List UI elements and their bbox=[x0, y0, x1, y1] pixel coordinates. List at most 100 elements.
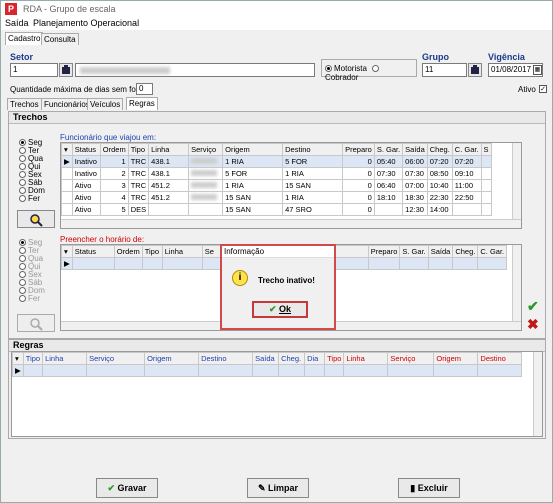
days-radio-group-disabled: Seg Ter Qua Qui Sex Sáb Dom Fer bbox=[19, 239, 45, 303]
ok-check-icon: ✔ bbox=[268, 304, 277, 314]
regras-col-origem2[interactable]: Origem bbox=[433, 352, 479, 365]
menu-saida[interactable]: Saída bbox=[5, 18, 29, 28]
excluir-button[interactable]: ▮ Excluir bbox=[398, 478, 460, 498]
tab-regras[interactable]: Regras bbox=[126, 97, 158, 110]
grid2-vscrollbar[interactable] bbox=[512, 245, 521, 322]
col2-cgar[interactable]: C. Gar. bbox=[477, 245, 508, 258]
col2-status[interactable]: Status bbox=[71, 245, 115, 258]
regras-col-origem[interactable]: Origem bbox=[144, 352, 200, 365]
menu-planejamento[interactable]: Planejamento Operacional bbox=[33, 18, 139, 28]
col-s[interactable]: S bbox=[480, 143, 492, 156]
gravar-button[interactable]: ✔ Gravar bbox=[96, 478, 158, 498]
col-status[interactable]: Status bbox=[71, 143, 101, 156]
col-sgar[interactable]: S. Gar. bbox=[373, 143, 404, 156]
table-row[interactable]: ▶ bbox=[12, 364, 523, 377]
regras-col-tipo2[interactable]: Tipo bbox=[324, 352, 345, 365]
info-dialog: Informação i Trecho inativo! ✔ Ok bbox=[220, 244, 336, 330]
info-icon: i bbox=[232, 270, 248, 286]
col-preparo[interactable]: Preparo bbox=[342, 143, 375, 156]
cancel-x-icon[interactable]: ✖ bbox=[527, 316, 539, 333]
col-destino[interactable]: Destino bbox=[282, 143, 344, 156]
gravar-label: Gravar bbox=[117, 483, 147, 493]
search-trechos-button[interactable] bbox=[17, 210, 55, 228]
grupo-label: Grupo bbox=[422, 52, 449, 62]
calendar-icon[interactable]: ▦ bbox=[533, 65, 542, 75]
grupo-input[interactable]: 11 bbox=[422, 63, 467, 77]
limpar-label: Limpar bbox=[268, 483, 299, 493]
limpar-button[interactable]: ✎ Limpar bbox=[247, 478, 309, 498]
regras-col-destino2[interactable]: Destino bbox=[477, 352, 523, 365]
check-icon: ✔ bbox=[107, 483, 115, 493]
trechos-title: Trechos bbox=[9, 112, 545, 124]
app-logo-icon: P bbox=[5, 3, 17, 15]
col-cgar[interactable]: C. Gar. bbox=[451, 143, 482, 156]
ativo-label: Ativo bbox=[518, 85, 536, 94]
search-trechos-disabled-button bbox=[17, 314, 55, 332]
tab-funcionarios[interactable]: Funcionários bbox=[41, 98, 93, 110]
grid1-hscrollbar[interactable] bbox=[61, 219, 521, 228]
app-window: P RDA - Grupo de escala Saída Planejamen… bbox=[0, 0, 553, 503]
regras-col-linha[interactable]: Linha bbox=[42, 352, 88, 365]
col2-linha[interactable]: Linha bbox=[161, 245, 203, 258]
setor-input[interactable]: 1 bbox=[10, 63, 58, 77]
grid1-vscrollbar[interactable] bbox=[512, 143, 521, 220]
trechos-grid: ▾ Status Ordem Tipo Linha Serviço Origem… bbox=[60, 142, 522, 229]
regras-col-servico[interactable]: Serviço bbox=[86, 352, 146, 365]
dialog-ok-button[interactable]: ✔ Ok bbox=[252, 301, 308, 318]
radio-cobrador[interactable] bbox=[372, 65, 380, 73]
col2-tipo[interactable]: Tipo bbox=[141, 245, 163, 258]
col-servico[interactable]: Serviço bbox=[188, 143, 224, 156]
col2-ordem[interactable]: Ordem bbox=[113, 245, 143, 258]
grid2-title: Preencher o horário de: bbox=[60, 235, 145, 244]
grupo-search-icon[interactable] bbox=[468, 63, 482, 77]
col2-preparo[interactable]: Preparo bbox=[367, 245, 401, 258]
redacted-text bbox=[80, 67, 170, 74]
ativo-checkbox[interactable]: ✓ bbox=[539, 84, 547, 93]
days-radio-group: Seg Ter Qua Qui Sex Sáb Dom Fer bbox=[19, 139, 45, 203]
day-fer[interactable]: Fer bbox=[19, 195, 45, 203]
regras-col-saida[interactable]: Saída bbox=[252, 352, 280, 365]
table-row[interactable]: ▶ Inativo 1 TRC 438.1 1 RIA 5 FOR 0 05:40 06:00 07… bbox=[61, 155, 492, 168]
col2-saida[interactable]: Saída bbox=[427, 245, 454, 258]
table-row[interactable]: Ativo 4 TRC 451.2 15 SAN 1 RIA 0 18:10 18:30 22:3… bbox=[61, 191, 492, 204]
trash-icon: ▮ bbox=[410, 483, 416, 493]
setor-search-icon[interactable] bbox=[59, 63, 73, 77]
radio-motorista[interactable] bbox=[325, 65, 332, 73]
tab-trechos[interactable]: Trechos bbox=[7, 98, 42, 110]
col-cheg[interactable]: Cheg. bbox=[426, 143, 453, 156]
radio-cobrador-label: Cobrador bbox=[325, 73, 359, 82]
col-tipo[interactable]: Tipo bbox=[127, 143, 150, 156]
table-row[interactable]: Ativo 5 DES 15 SAN 47 SRO 0 12:30 14:00 bbox=[61, 203, 492, 216]
broom-icon: ✎ bbox=[257, 483, 266, 493]
col-origem[interactable]: Origem bbox=[222, 143, 284, 156]
tab-consulta[interactable]: Consulta bbox=[41, 33, 79, 45]
col-indicator: ▾ bbox=[61, 143, 73, 156]
confirm-check-icon[interactable]: ✔ bbox=[527, 298, 539, 315]
regras-col-tipo[interactable]: Tipo bbox=[22, 352, 44, 365]
title-bar: P RDA - Grupo de escala bbox=[1, 1, 552, 17]
table-row[interactable]: Inativo 2 TRC 438.1 5 FOR 1 RIA 0 07:30 07:30 08:… bbox=[61, 167, 492, 180]
regras-col-destino[interactable]: Destino bbox=[198, 352, 254, 365]
tab-cadastro[interactable]: Cadastro bbox=[5, 32, 44, 45]
col2-sgar[interactable]: S. Gar. bbox=[399, 245, 429, 258]
regras-col-linha2[interactable]: Linha bbox=[343, 352, 389, 365]
col-ordem[interactable]: Ordem bbox=[99, 143, 129, 156]
col-linha[interactable]: Linha bbox=[148, 143, 190, 156]
window-title: RDA - Grupo de escala bbox=[23, 4, 116, 14]
menu-bar: Saída Planejamento Operacional bbox=[1, 17, 552, 30]
regras-col-dia[interactable]: Dia bbox=[304, 352, 326, 365]
regras-col-servico2[interactable]: Serviço bbox=[387, 352, 435, 365]
regras-vscrollbar[interactable] bbox=[533, 352, 542, 436]
regras-grid: ▾ Tipo Linha Serviço Origem Destino Saíd… bbox=[11, 351, 543, 437]
dias-label: Quantidade máxima de dias sem folga bbox=[10, 85, 147, 94]
tab-veiculos[interactable]: Veículos bbox=[87, 98, 124, 110]
trechos-table: ▾ Status Ordem Tipo Linha Serviço Origem… bbox=[61, 143, 492, 216]
radio-motorista-label: Motorista bbox=[334, 64, 367, 73]
dialog-message: Trecho inativo! bbox=[258, 276, 315, 285]
regras-col-cheg[interactable]: Cheg. bbox=[278, 352, 306, 365]
col-saida[interactable]: Saída bbox=[402, 143, 428, 156]
regras-panel: Regras ▾ Tipo Linha Serviço Origem Desti… bbox=[8, 339, 546, 439]
dias-input[interactable]: 0 bbox=[136, 83, 153, 95]
table-row[interactable]: Ativo 3 TRC 451.2 1 RIA 15 SAN 0 06:40 07:00 10:4… bbox=[61, 179, 492, 192]
col2-cheg[interactable]: Cheg. bbox=[452, 245, 479, 258]
